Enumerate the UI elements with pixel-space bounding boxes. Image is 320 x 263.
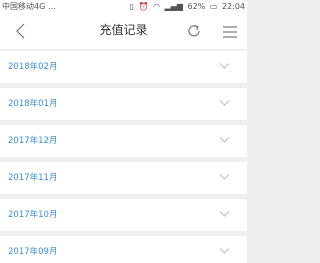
- month-label: 2017年09月: [8, 247, 58, 257]
- month-label: 2017年12月: [8, 136, 58, 146]
- menu-button[interactable]: [222, 24, 238, 38]
- refresh-icon: [188, 25, 200, 37]
- wifi-icon: ◠: [152, 2, 160, 11]
- vibrate-icon: ▯: [129, 2, 134, 11]
- records-list: 2018年02月 2018年01月 2017年12月 2017年11月 2017年10月…: [0, 51, 247, 263]
- chevron-down-icon: [219, 248, 230, 254]
- battery-percent: 62%: [187, 2, 206, 11]
- month-row[interactable]: 2017年11月: [0, 162, 247, 194]
- signal-icon: ▂▄▆: [164, 2, 183, 11]
- month-row[interactable]: 2017年09月: [0, 236, 247, 263]
- month-row[interactable]: 2018年01月: [0, 88, 247, 120]
- chevron-down-icon: [219, 211, 230, 217]
- chevron-down-icon: [219, 63, 230, 69]
- month-label: 2018年02月: [8, 62, 58, 72]
- chevron-down-icon: [219, 100, 230, 106]
- nav-bar: 充值记录: [0, 13, 247, 49]
- menu-icon: [223, 26, 237, 38]
- status-icons: ▯ ⏰ ◠ ▂▄▆ 62% ▭ 22:04: [127, 0, 245, 13]
- month-row[interactable]: 2017年10月: [0, 199, 247, 231]
- alarm-icon: ⏰: [138, 2, 149, 11]
- month-label: 2018年01月: [8, 99, 58, 109]
- clock: 22:04: [221, 2, 245, 11]
- page-title: 充值记录: [99, 23, 148, 37]
- refresh-button[interactable]: [186, 23, 202, 39]
- battery-icon: ▭: [209, 2, 218, 11]
- carrier-label: 中国移动4G …: [2, 2, 56, 11]
- status-bar: 中国移动4G … ▯ ⏰ ◠ ▂▄▆ 62% ▭ 22:04: [0, 0, 247, 13]
- chevron-down-icon: [219, 174, 230, 180]
- chevron-down-icon: [219, 137, 230, 143]
- month-row[interactable]: 2017年12月: [0, 125, 247, 157]
- month-row[interactable]: 2018年02月: [0, 51, 247, 83]
- month-label: 2017年10月: [8, 210, 58, 220]
- month-label: 2017年11月: [8, 173, 58, 183]
